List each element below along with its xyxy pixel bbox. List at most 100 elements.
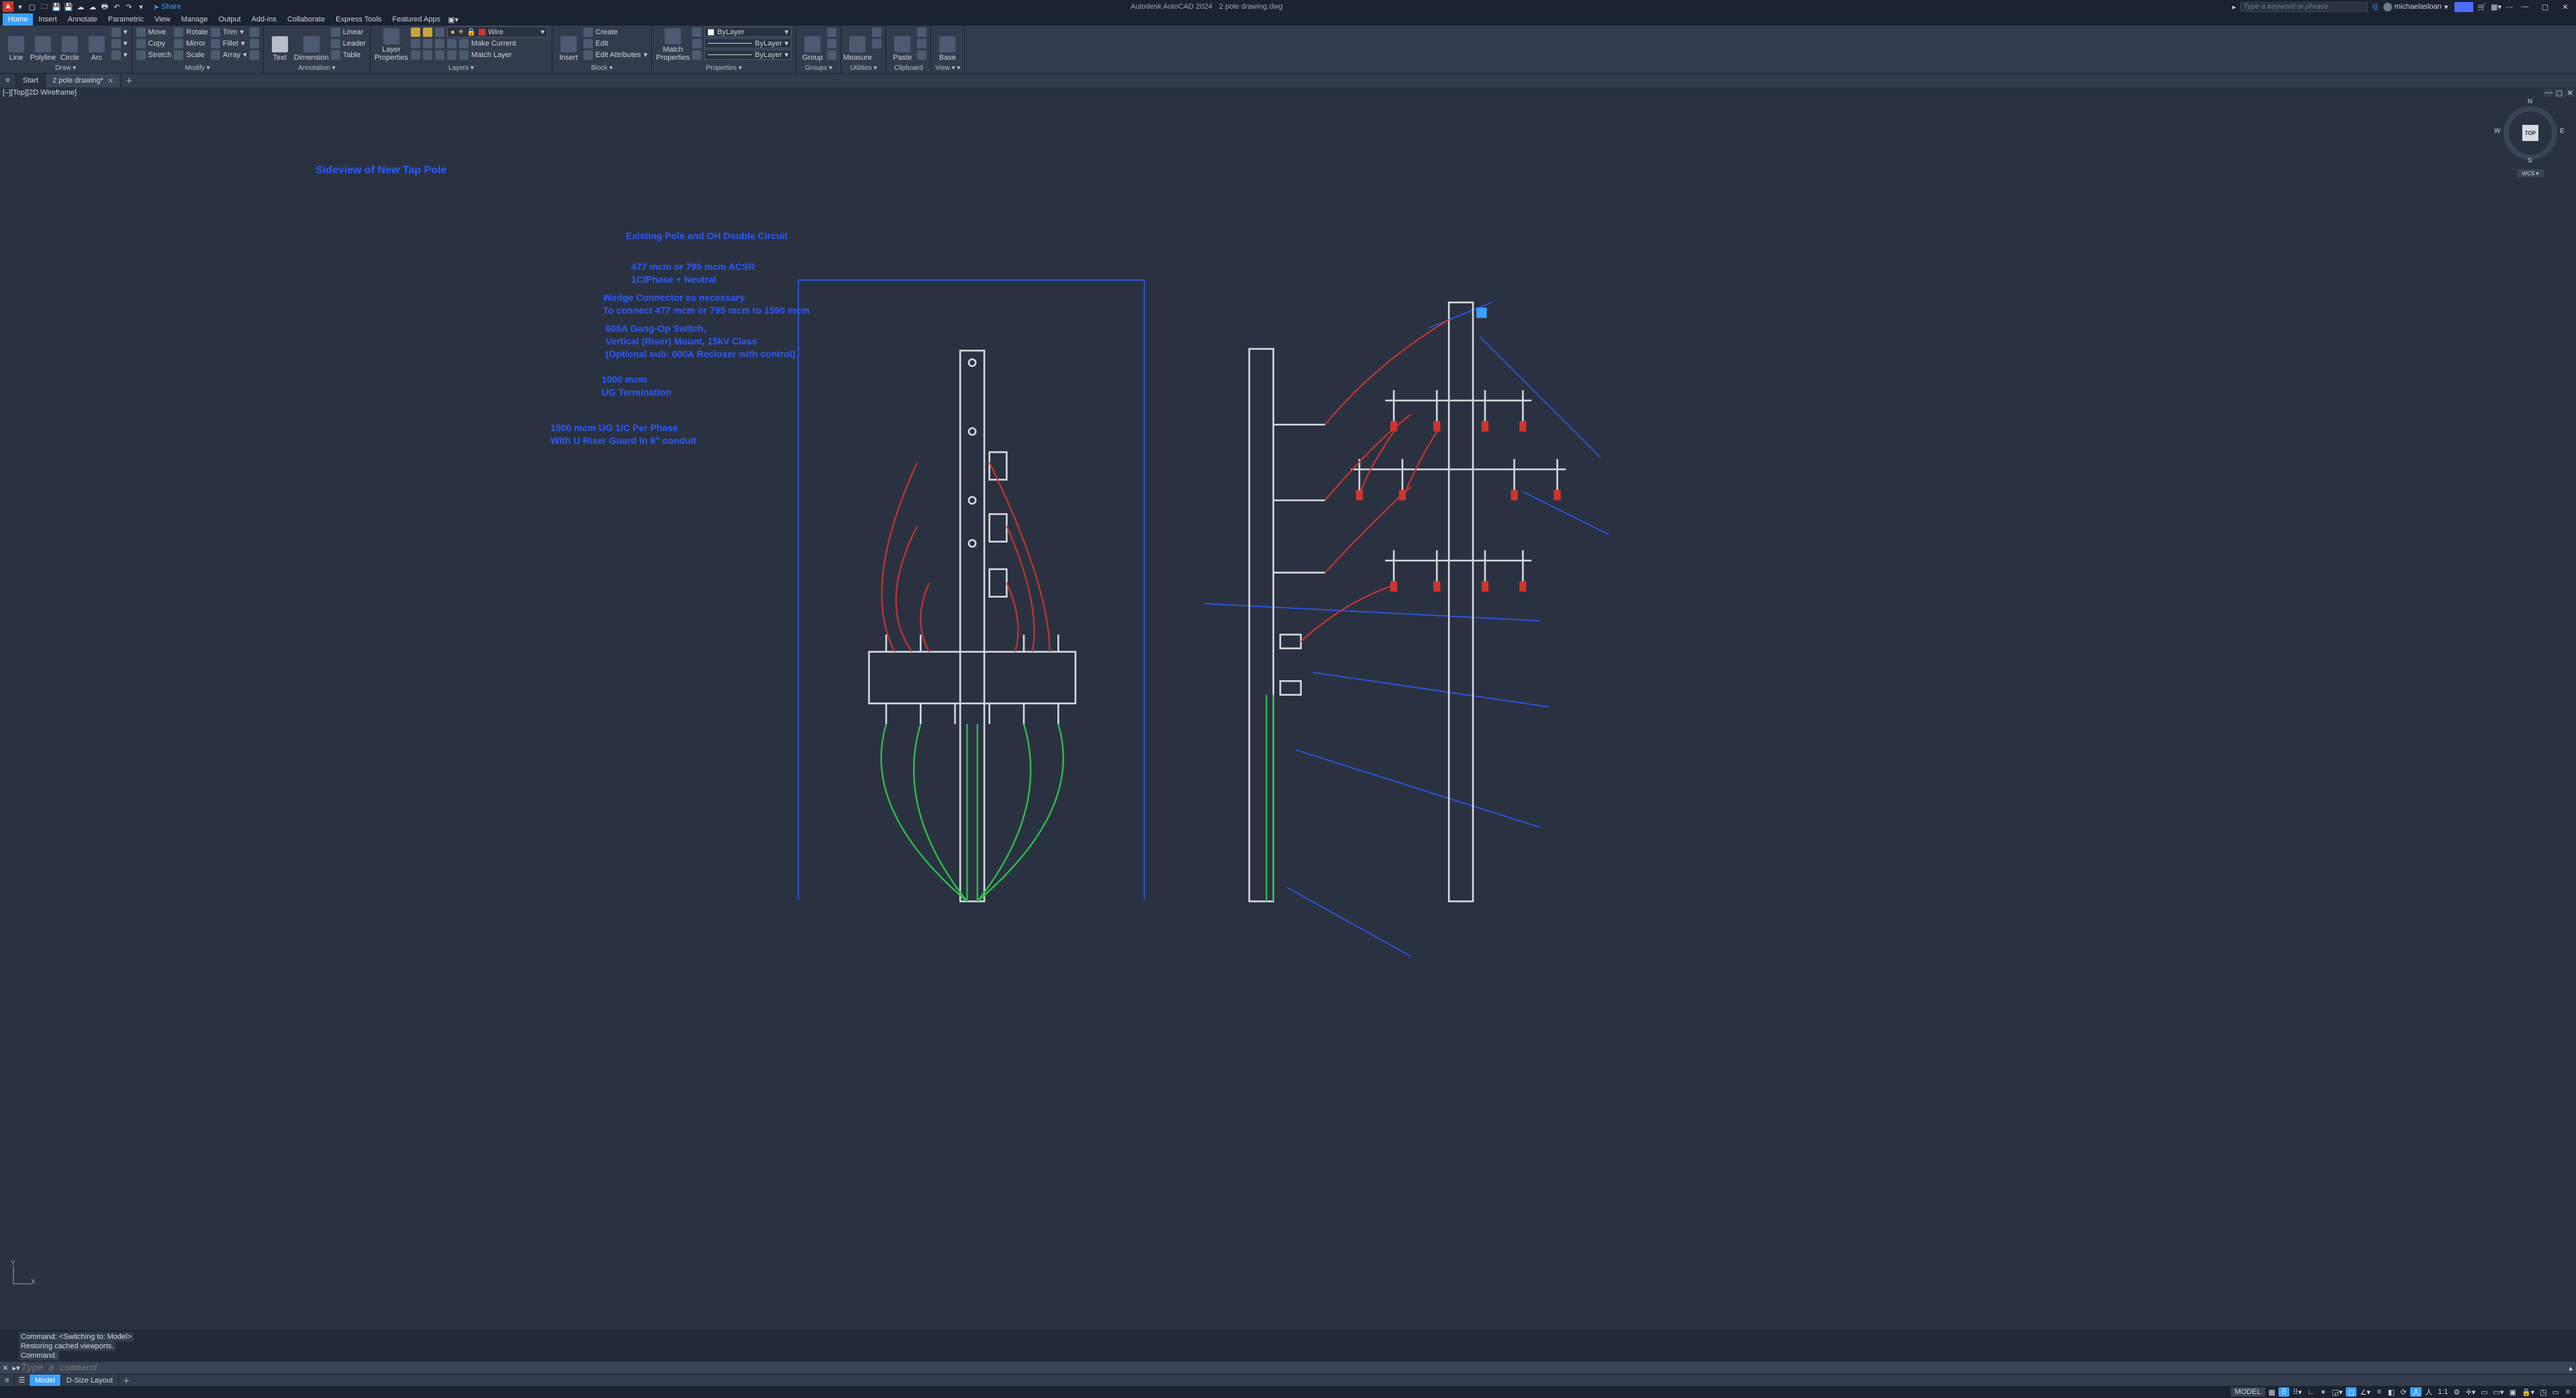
- trial-badge[interactable]: [2454, 2, 2473, 12]
- array-button[interactable]: Array▾: [211, 50, 247, 60]
- help-icon[interactable]: ⋯: [2506, 3, 2513, 11]
- app-menu-button[interactable]: A: [3, 1, 13, 12]
- util-misc-2[interactable]: [872, 38, 881, 48]
- status-iso-icon[interactable]: ◲▾: [2330, 1387, 2344, 1397]
- qat-caret-icon[interactable]: ▾: [136, 1, 146, 12]
- panel-title-modify[interactable]: Modify ▾: [136, 64, 259, 73]
- window-maximize-button[interactable]: ▢: [2537, 1, 2553, 12]
- dimension-button[interactable]: Dimension: [295, 27, 328, 62]
- fillet-button[interactable]: Fillet▾: [211, 38, 247, 48]
- viewcube-wcs[interactable]: WCS ▾: [2517, 169, 2544, 177]
- tab-view[interactable]: View: [149, 13, 176, 26]
- ribbon-focus-icon[interactable]: ▣▾: [446, 13, 461, 26]
- paste-button[interactable]: Paste: [890, 27, 914, 62]
- command-input[interactable]: [21, 1362, 2565, 1373]
- layer-tool-icon-5[interactable]: [411, 50, 420, 60]
- share-button[interactable]: ➤ Share: [153, 3, 181, 11]
- status-locked-icon[interactable]: 🔒▾: [2520, 1387, 2536, 1397]
- save-icon[interactable]: 💾: [51, 1, 62, 12]
- modify-misc-1[interactable]: [250, 27, 259, 37]
- modify-misc-3[interactable]: [250, 50, 259, 60]
- layer-tool-icon-2[interactable]: [423, 39, 432, 48]
- command-chevron-icon[interactable]: ▸▾: [11, 1364, 21, 1372]
- tab-annotate[interactable]: Annotate: [62, 13, 103, 26]
- tab-home[interactable]: Home: [3, 13, 33, 26]
- layer-freeze-icon[interactable]: [423, 28, 432, 37]
- copy-button[interactable]: Copy: [136, 38, 172, 48]
- tab-express[interactable]: Express Tools: [330, 13, 387, 26]
- web-save-icon[interactable]: ☁: [87, 1, 98, 12]
- status-decimal[interactable]: ▭▾: [2491, 1387, 2506, 1397]
- status-cycle-icon[interactable]: ⟳: [2398, 1387, 2409, 1397]
- status-snap2-icon[interactable]: ⠿▾: [2291, 1387, 2304, 1397]
- util-misc-1[interactable]: [872, 27, 881, 37]
- command-close-icon[interactable]: ✕: [0, 1364, 11, 1372]
- copyclip-button[interactable]: [917, 38, 926, 48]
- cart-icon[interactable]: 🛒: [2477, 3, 2487, 11]
- viewcube-e[interactable]: E: [2560, 128, 2565, 135]
- file-tab-document[interactable]: 2 pole drawing* ✕: [46, 74, 121, 87]
- status-gear-icon[interactable]: ⚙: [2451, 1387, 2462, 1397]
- plot-icon[interactable]: 🖶: [99, 1, 110, 12]
- color-dropdown[interactable]: ByLayer▾: [704, 27, 792, 37]
- status-annoscale[interactable]: 1:1: [2436, 1387, 2450, 1397]
- rotate-button[interactable]: Rotate: [174, 27, 207, 37]
- draw-flyout-3[interactable]: ▾: [111, 50, 128, 60]
- line-button[interactable]: Line: [4, 27, 28, 62]
- match-layer-button[interactable]: Match Layer: [471, 51, 512, 59]
- group-misc-1[interactable]: [827, 27, 837, 37]
- trim-button[interactable]: Trim▾: [211, 27, 247, 37]
- panel-title-view[interactable]: View ▾ ▾: [935, 64, 960, 73]
- circle-button[interactable]: Circle: [58, 27, 82, 62]
- file-tabs-menu-icon[interactable]: ≡: [0, 74, 16, 87]
- layer-tool-icon-7[interactable]: [435, 50, 444, 60]
- polyline-button[interactable]: Polyline: [31, 27, 55, 62]
- new-icon[interactable]: ▢: [27, 1, 38, 12]
- status-graphics-icon[interactable]: ◳: [2538, 1387, 2548, 1397]
- create-block-button[interactable]: Create: [583, 27, 647, 37]
- tab-featured[interactable]: Featured Apps: [387, 13, 446, 26]
- apps-icon[interactable]: ▦▾: [2491, 3, 2501, 11]
- command-expand-icon[interactable]: ▴: [2565, 1364, 2576, 1372]
- panel-title-layers[interactable]: Layers ▾: [375, 64, 548, 73]
- modify-misc-2[interactable]: [250, 38, 259, 48]
- base-view-button[interactable]: Base: [935, 27, 959, 62]
- new-tab-button[interactable]: ＋: [121, 74, 137, 87]
- layer-tool-icon-6[interactable]: [423, 50, 432, 60]
- edit-block-button[interactable]: Edit: [583, 38, 647, 48]
- status-trans-icon[interactable]: ◧: [2386, 1387, 2397, 1397]
- tab-addins[interactable]: Add-ins: [246, 13, 282, 26]
- tab-manage[interactable]: Manage: [176, 13, 213, 26]
- viewcube-s[interactable]: S: [2528, 157, 2532, 165]
- panel-title-draw[interactable]: Draw ▾: [4, 64, 128, 73]
- lineweight-dropdown[interactable]: ByLayer▾: [704, 38, 792, 48]
- draw-flyout-2[interactable]: ▾: [111, 38, 128, 48]
- edit-attributes-button[interactable]: Edit Attributes▾: [583, 50, 647, 60]
- drawing-canvas[interactable]: [0, 87, 2576, 1137]
- status-zoom-icon[interactable]: ✛▾: [2463, 1387, 2477, 1397]
- status-clean-icon[interactable]: ▭: [2550, 1387, 2561, 1397]
- layout-tab-model[interactable]: Model: [30, 1374, 61, 1386]
- redo-icon[interactable]: ↷: [124, 1, 134, 12]
- layout-tab-dsize[interactable]: D-Size Layout: [61, 1374, 119, 1386]
- web-open-icon[interactable]: ☁: [75, 1, 86, 12]
- status-lw-icon[interactable]: ≡: [2374, 1387, 2385, 1397]
- view-cube[interactable]: TOP N S W E WCS ▾: [2497, 99, 2564, 167]
- status-annoauto-icon[interactable]: 人: [2423, 1387, 2434, 1397]
- tab-collaborate[interactable]: Collaborate: [282, 13, 330, 26]
- mirror-button[interactable]: Mirror: [174, 38, 207, 48]
- tab-insert[interactable]: Insert: [33, 13, 62, 26]
- panel-title-utilities[interactable]: Utilities ▾: [845, 64, 881, 73]
- search-caret-icon[interactable]: ▸: [2232, 3, 2236, 11]
- layer-state-icon[interactable]: [411, 28, 420, 37]
- stretch-button[interactable]: Stretch: [136, 50, 172, 60]
- layer-lock-icon[interactable]: [435, 28, 444, 37]
- status-qp-icon[interactable]: ▣: [2508, 1387, 2518, 1397]
- status-polar-icon[interactable]: ✶: [2318, 1387, 2328, 1397]
- layer-dropdown[interactable]: ● ☀ 🔒 Wire ▾: [447, 26, 548, 38]
- status-grid-icon[interactable]: ▦: [2267, 1387, 2277, 1397]
- drawing-viewport[interactable]: [–][Top][2D Wireframe] — ▢ ✕: [0, 87, 2576, 1330]
- window-minimize-button[interactable]: —: [2517, 1, 2533, 12]
- clip-misc[interactable]: [917, 50, 926, 60]
- linetype-icon[interactable]: [692, 50, 702, 60]
